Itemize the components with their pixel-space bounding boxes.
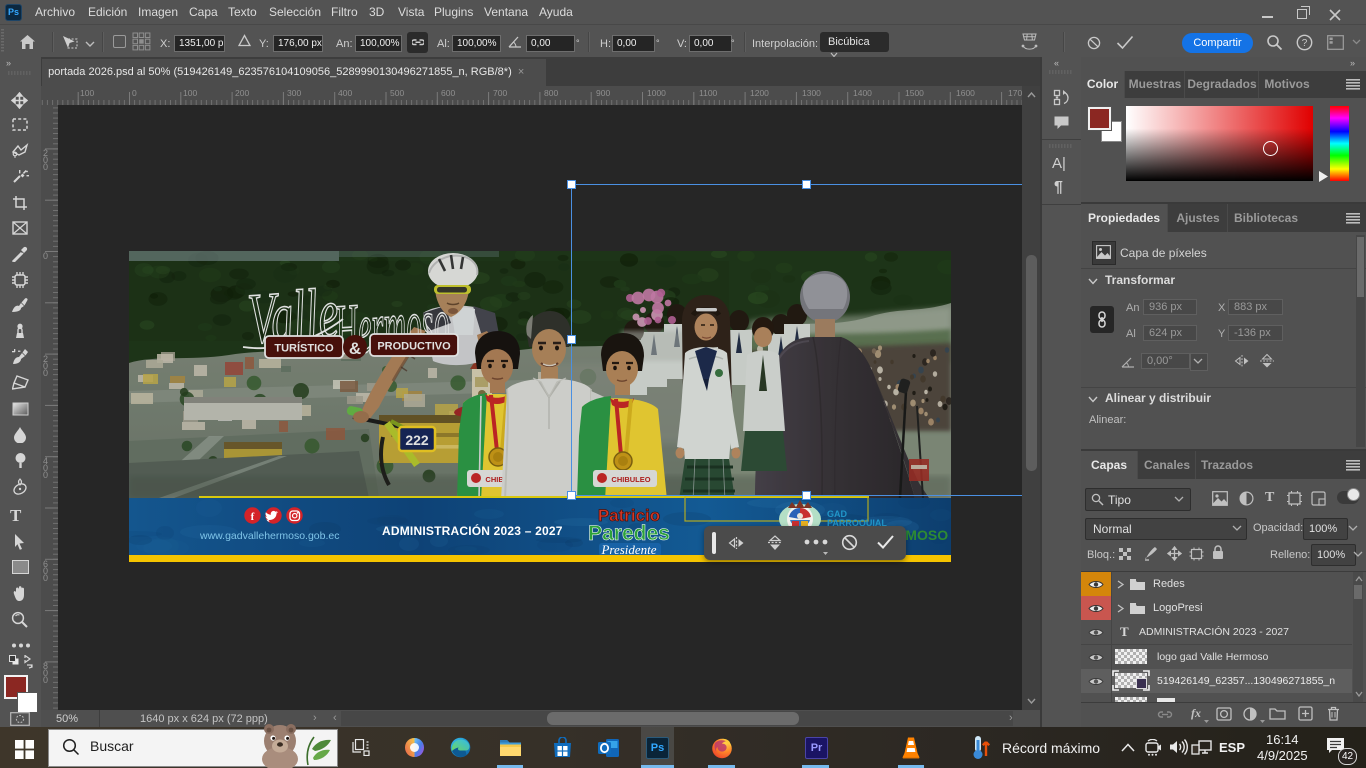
svg-text:ADMINISTRACIÓN 2023 – 2027: ADMINISTRACIÓN 2023 – 2027 <box>382 523 563 538</box>
svg-text:?: ? <box>1302 38 1308 49</box>
svg-text:Presidente: Presidente <box>600 542 656 557</box>
svg-text:f: f <box>251 511 255 523</box>
svg-text:www.gadvallehermoso.gob.ec: www.gadvallehermoso.gob.ec <box>199 530 340 542</box>
